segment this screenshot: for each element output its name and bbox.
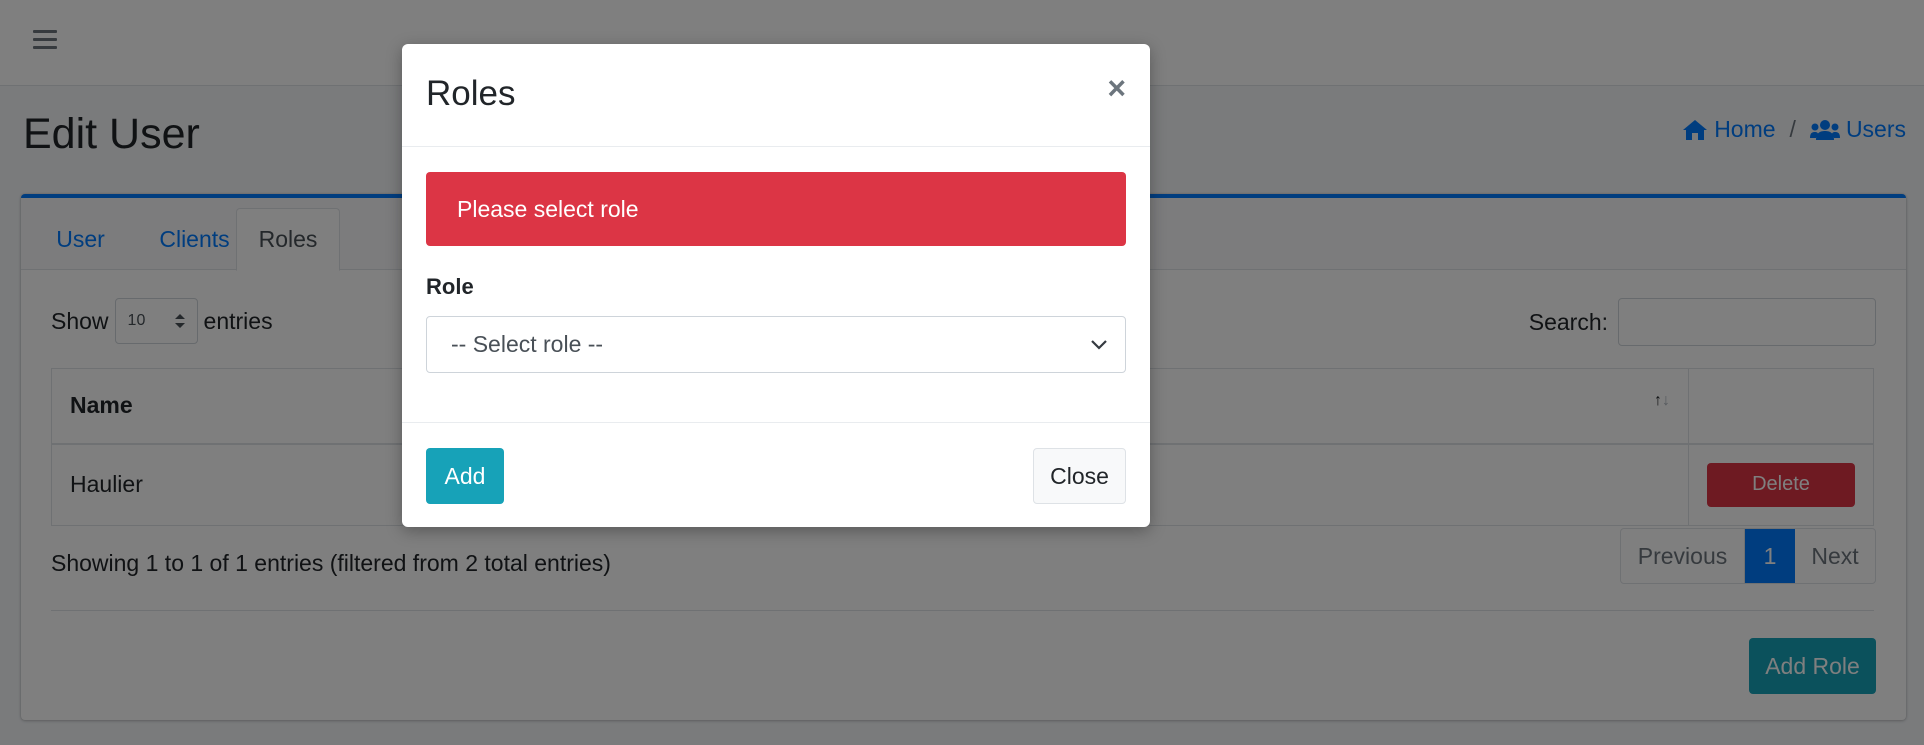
close-button[interactable]: Close (1033, 448, 1126, 504)
roles-modal: Roles × Please select role Role -- Selec… (402, 44, 1150, 527)
modal-header: Roles × (402, 44, 1150, 147)
close-icon[interactable]: × (1107, 72, 1126, 104)
error-alert: Please select role (426, 172, 1126, 246)
add-button[interactable]: Add (426, 448, 504, 504)
role-select-value: -- Select role -- (451, 331, 604, 357)
modal-footer: Add Close (402, 422, 1150, 527)
role-label: Role (426, 274, 474, 299)
modal-title: Roles (426, 74, 516, 113)
chevron-down-icon (1091, 339, 1107, 350)
role-select[interactable]: -- Select role -- (426, 316, 1126, 373)
